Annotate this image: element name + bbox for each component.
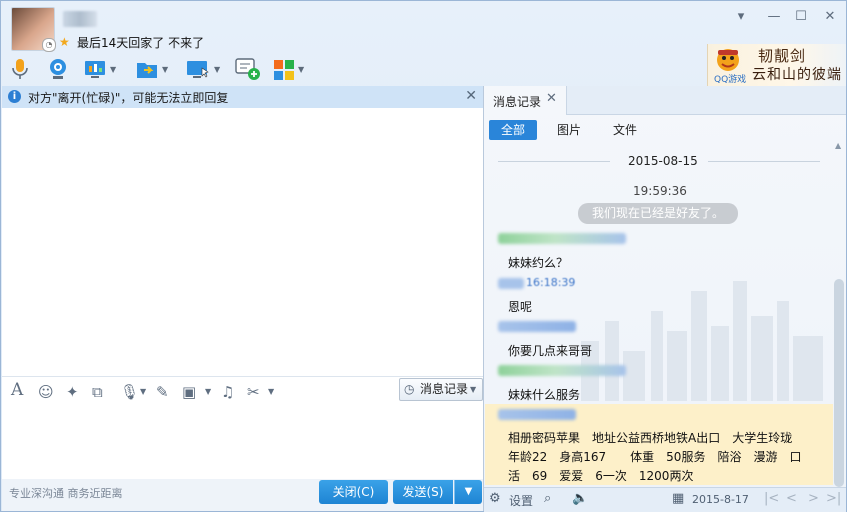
image-icon[interactable]: ▣ <box>182 383 196 401</box>
contact-avatar[interactable]: ◔ <box>11 7 56 52</box>
prev-page-icon[interactable]: < <box>786 491 797 506</box>
scroll-up-icon[interactable]: ▲ <box>835 141 841 150</box>
message-text: 妹妹约么？ <box>508 256 569 270</box>
ad-subtitle: 云和山的彼端 <box>752 67 842 83</box>
emoji-icon[interactable]: ☺ <box>38 383 54 401</box>
menu-dropdown-button[interactable]: ▾ <box>731 9 751 25</box>
system-timestamp: 19:59:36 <box>633 184 687 198</box>
message-header-blurred <box>498 365 626 376</box>
video-call-icon <box>50 59 66 79</box>
chevron-down-icon: ▼ <box>470 385 477 394</box>
doodle-icon[interactable]: ✎ <box>156 383 169 401</box>
ad-brand: QQ游戏 <box>714 75 747 85</box>
close-window-button[interactable]: ✕ <box>820 9 840 25</box>
message-text: 妹妹什么服务 <box>508 388 581 402</box>
chevron-down-icon[interactable]: ▼ <box>205 387 211 396</box>
chevron-down-icon[interactable]: ▼ <box>162 65 168 74</box>
message-text: 你要几点来哥哥 <box>508 344 593 358</box>
contact-nickname-blurred <box>63 11 97 27</box>
star-icon: ★ <box>59 35 70 49</box>
city-skyline-background <box>581 281 823 401</box>
file-transfer-icon <box>137 63 157 78</box>
status-away-icon: ◔ <box>42 38 56 52</box>
ad-title: 韧靓剑 <box>758 47 807 65</box>
minimize-button[interactable]: — <box>764 9 784 25</box>
screenshot-scissors-icon[interactable]: ✂ <box>247 383 260 401</box>
sender-name-blurred <box>498 278 524 289</box>
clock-icon: ◷ <box>404 382 415 396</box>
first-page-icon[interactable]: |< <box>764 491 779 506</box>
add-app-button[interactable] <box>235 55 261 83</box>
music-icon[interactable]: ♫ <box>221 383 234 401</box>
chevron-down-icon[interactable]: ▼ <box>140 387 146 396</box>
voice-call-button[interactable] <box>10 55 30 83</box>
message-text: 恩呢 <box>508 300 533 314</box>
filter-images-tab[interactable]: 图片 <box>549 120 589 140</box>
font-icon[interactable]: A <box>11 380 23 400</box>
message-timestamp: 16:18:39 <box>526 276 576 289</box>
chat-window: ◔ ★ 最后14天回家了 不来了 ▾ — ☐ ✕ ▼ ▼ ▼ ▼ QQ游戏 韧靓… <box>0 0 847 512</box>
tab-message-history[interactable]: 消息记录 ✕ <box>484 86 567 115</box>
filter-files-tab[interactable]: 文件 <box>605 120 645 140</box>
date-separator-line <box>498 161 610 162</box>
last-page-icon[interactable]: >| <box>826 491 841 506</box>
tab-message-history-label: 消息记录 <box>493 95 542 109</box>
close-tab-icon[interactable]: ✕ <box>546 91 557 106</box>
message-header-blurred <box>498 321 576 332</box>
message-header-blurred <box>498 409 576 420</box>
search-icon[interactable]: ⌕ <box>544 491 551 506</box>
system-message: 我们现在已经是好友了。 <box>578 203 738 224</box>
date-separator: 2015-08-15 <box>628 154 698 168</box>
message-header: 16:18:39 <box>498 276 578 290</box>
history-date: 2015-8-17 <box>692 493 749 506</box>
history-bottom-bar: ⚙ 设置 ⌕ 🔈 ▦ 2015-8-17 |< < > >| <box>484 487 846 512</box>
send-options-chevron-icon[interactable]: ▼ <box>454 480 482 504</box>
apps-grid-icon <box>274 60 294 80</box>
history-scrollbar[interactable] <box>834 279 844 487</box>
file-transfer-button[interactable]: ▼ <box>135 55 168 83</box>
message-input[interactable] <box>2 405 483 479</box>
nudge-icon[interactable]: ⧉ <box>92 383 103 401</box>
screen-share-button[interactable]: ▼ <box>83 55 116 83</box>
next-page-icon[interactable]: > <box>808 491 819 506</box>
remote-desktop-button[interactable]: ▼ <box>185 55 220 83</box>
chevron-down-icon[interactable]: ▼ <box>298 65 304 74</box>
close-notice-icon[interactable]: ✕ <box>465 88 477 104</box>
send-button[interactable]: 发送(S) <box>393 480 453 504</box>
close-chat-button[interactable]: 关闭(C) <box>319 480 388 504</box>
apps-grid-button[interactable]: ▼ <box>273 55 304 83</box>
add-app-icon <box>235 58 260 80</box>
message-history-button[interactable]: ◷ 消息记录 ▼ <box>399 378 483 401</box>
chat-message-area[interactable] <box>2 86 483 376</box>
qq-game-ad-banner[interactable]: QQ游戏 韧靓剑 云和山的彼端 <box>707 44 846 86</box>
slogan-text: 专业深沟通 商务近距离 <box>9 487 123 500</box>
remote-desktop-icon <box>187 61 209 78</box>
date-separator-line <box>708 161 820 162</box>
message-header-blurred <box>498 233 626 244</box>
contact-signature: 最后14天回家了 不来了 <box>77 36 205 50</box>
speaker-icon[interactable]: 🔈 <box>572 491 588 506</box>
message-history-label: 消息记录 <box>420 382 469 396</box>
message-text: 相册密码苹果 地址公益西桥地铁A出口 大学生玲珑 年龄22 身高167 体重 5… <box>508 431 805 483</box>
chevron-down-icon[interactable]: ▼ <box>214 65 220 74</box>
filter-all-tab[interactable]: 全部 <box>489 120 537 140</box>
maximize-button[interactable]: ☐ <box>791 9 811 25</box>
video-call-button[interactable] <box>47 55 69 83</box>
chevron-down-icon[interactable]: ▼ <box>110 65 116 74</box>
chevron-down-icon[interactable]: ▼ <box>268 387 274 396</box>
settings-label[interactable]: 设置 <box>509 492 533 509</box>
screen-share-icon <box>85 61 105 78</box>
voice-message-icon[interactable]: 🎙 <box>120 383 139 401</box>
magic-wand-icon[interactable]: ✦ <box>66 383 79 401</box>
voice-call-icon <box>12 59 28 79</box>
info-icon: i <box>8 90 21 103</box>
away-notice-text: 对方"离开(忙碌)"，可能无法立即回复 <box>28 91 229 105</box>
away-notice-bar: i 对方"离开(忙碌)"，可能无法立即回复 ✕ <box>2 86 483 108</box>
gear-icon[interactable]: ⚙ <box>489 491 501 506</box>
calendar-icon[interactable]: ▦ <box>672 491 684 506</box>
